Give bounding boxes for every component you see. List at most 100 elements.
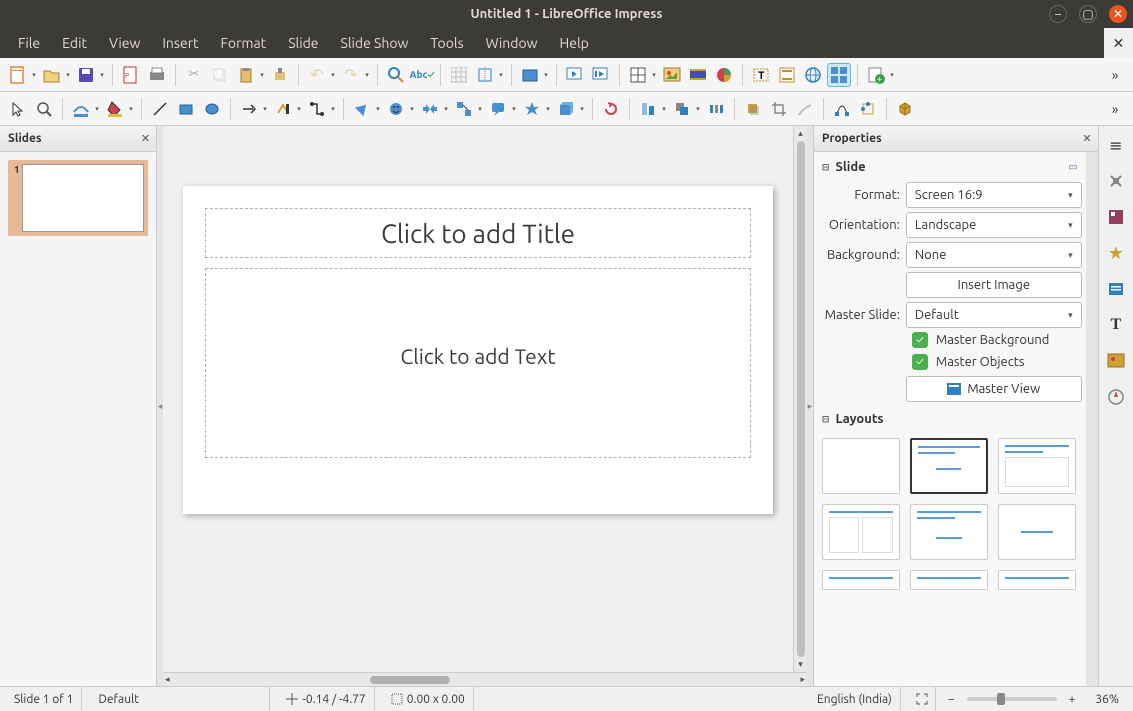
print-icon[interactable] — [145, 63, 169, 87]
symbol-dropdown[interactable]: ▾ — [408, 105, 416, 113]
rectangle-tool-icon[interactable] — [174, 97, 198, 121]
stars-dropdown[interactable]: ▾ — [544, 105, 552, 113]
zoom-value[interactable]: 36% — [1087, 687, 1127, 711]
filter-icon[interactable] — [793, 97, 817, 121]
align-dropdown[interactable]: ▾ — [660, 105, 668, 113]
menu-tools[interactable]: Tools — [420, 31, 473, 55]
undo-icon[interactable]: ↶ — [305, 63, 329, 87]
format-select[interactable]: Screen 16:9▾ — [906, 182, 1082, 208]
insert-header-footer-icon[interactable] — [775, 63, 799, 87]
menu-insert[interactable]: Insert — [152, 31, 208, 55]
toolbar-more-icon[interactable]: » — [1103, 63, 1127, 87]
insert-textbox-icon[interactable]: T — [749, 63, 773, 87]
slide-thumbnail-1[interactable]: 1 — [8, 160, 148, 236]
flowchart-icon[interactable] — [452, 97, 476, 121]
helplines-icon[interactable] — [473, 63, 497, 87]
cut-icon[interactable]: ✂ — [182, 63, 206, 87]
new-document-icon[interactable] — [6, 63, 30, 87]
fill-color-icon[interactable] — [103, 97, 127, 121]
points-icon[interactable] — [830, 97, 854, 121]
insert-table-icon[interactable] — [626, 63, 650, 87]
insert-hyperlink-icon[interactable] — [801, 63, 825, 87]
zoom-tool-icon[interactable] — [32, 97, 56, 121]
slide-canvas[interactable]: Click to add Title Click to add Text — [183, 186, 773, 514]
arrow-dropdown[interactable]: ▾ — [261, 105, 269, 113]
slides-panel-close-icon[interactable]: ✕ — [141, 132, 150, 145]
line-tool-icon[interactable] — [148, 97, 172, 121]
display-views-icon[interactable] — [518, 63, 542, 87]
start-presentation-icon[interactable] — [563, 63, 587, 87]
layouts-section-header[interactable]: ⊟Layouts — [818, 408, 1082, 430]
block-arrows-dropdown[interactable]: ▾ — [442, 105, 450, 113]
window-maximize-button[interactable]: ▢ — [1079, 5, 1097, 23]
undo-dropdown[interactable]: ▾ — [329, 71, 337, 79]
save-icon[interactable] — [74, 63, 98, 87]
properties-scrollbar[interactable] — [1086, 152, 1098, 686]
layout-title-content[interactable] — [910, 438, 988, 494]
find-replace-icon[interactable] — [384, 63, 408, 87]
layout-two-content[interactable] — [822, 504, 900, 560]
3d-objects-icon[interactable] — [554, 97, 578, 121]
redo-dropdown[interactable]: ▾ — [363, 71, 371, 79]
menu-edit[interactable]: Edit — [52, 31, 97, 55]
sidebar-style-icon[interactable]: T — [1103, 312, 1129, 338]
select-tool-icon[interactable] — [6, 97, 30, 121]
sidebar-gallery-icon[interactable] — [1103, 348, 1129, 374]
stars-icon[interactable] — [520, 97, 544, 121]
sidebar-navigator-icon[interactable] — [1103, 384, 1129, 410]
save-dropdown[interactable]: ▾ — [98, 71, 106, 79]
sidebar-properties-icon[interactable] — [1103, 168, 1129, 194]
layout-centered[interactable] — [910, 504, 988, 560]
insert-image-icon[interactable] — [660, 63, 684, 87]
curve-tool-icon[interactable] — [271, 97, 295, 121]
zoom-in-button[interactable]: + — [1065, 693, 1080, 706]
ellipse-tool-icon[interactable] — [200, 97, 224, 121]
orientation-select[interactable]: Landscape▾ — [906, 212, 1082, 238]
title-placeholder[interactable]: Click to add Title — [205, 208, 751, 258]
align-icon[interactable] — [636, 97, 660, 121]
sidebar-settings-icon[interactable]: ≡ — [1103, 132, 1129, 158]
arrow-tool-icon[interactable] — [237, 97, 261, 121]
arrange-icon[interactable] — [670, 97, 694, 121]
layout-title-only[interactable] — [998, 438, 1076, 494]
slide-section-more-icon[interactable]: ▭ — [1068, 161, 1077, 173]
fit-page-icon[interactable] — [909, 687, 936, 711]
layout-9[interactable] — [998, 570, 1076, 590]
menu-window[interactable]: Window — [476, 31, 548, 55]
content-placeholder[interactable]: Click to add Text — [205, 268, 751, 458]
status-slide-info[interactable]: Slide 1 of 1 — [6, 687, 82, 711]
open-dropdown[interactable]: ▾ — [64, 71, 72, 79]
master-background-checkbox[interactable]: ✓Master Background — [912, 332, 1082, 348]
master-objects-checkbox[interactable]: ✓Master Objects — [912, 354, 1082, 370]
sidebar-transition-icon[interactable] — [1103, 276, 1129, 302]
callout-icon[interactable] — [486, 97, 510, 121]
insert-chart-icon[interactable] — [712, 63, 736, 87]
export-pdf-icon[interactable]: P — [119, 63, 143, 87]
layout-7[interactable] — [822, 570, 900, 590]
new-slide-icon[interactable]: + — [864, 63, 888, 87]
menu-file[interactable]: File — [8, 31, 50, 55]
document-close-button[interactable]: ✕ — [1103, 28, 1133, 58]
extrusion-icon[interactable] — [893, 97, 917, 121]
menu-help[interactable]: Help — [550, 31, 599, 55]
background-select[interactable]: None▾ — [906, 242, 1082, 268]
properties-close-icon[interactable]: ✕ — [1082, 132, 1091, 145]
menu-view[interactable]: View — [99, 31, 150, 55]
spellcheck-icon[interactable]: Abc✓ — [410, 63, 434, 87]
layout-8[interactable] — [910, 570, 988, 590]
line-color-icon[interactable] — [69, 97, 93, 121]
vertical-scrollbar[interactable]: ▴▾ — [793, 126, 807, 672]
new-slide-dropdown[interactable]: ▾ — [888, 71, 896, 79]
crop-icon[interactable] — [767, 97, 791, 121]
basic-shapes-icon[interactable] — [350, 97, 374, 121]
open-icon[interactable] — [40, 63, 64, 87]
glue-points-icon[interactable] — [856, 97, 880, 121]
menu-slide[interactable]: Slide — [278, 31, 328, 55]
callout-dropdown[interactable]: ▾ — [510, 105, 518, 113]
window-minimize-button[interactable]: – — [1049, 5, 1067, 23]
display-dropdown[interactable]: ▾ — [542, 71, 550, 79]
zoom-slider[interactable] — [967, 697, 1057, 701]
distribute-icon[interactable] — [704, 97, 728, 121]
grid-icon[interactable] — [447, 63, 471, 87]
shadow-icon[interactable] — [741, 97, 765, 121]
